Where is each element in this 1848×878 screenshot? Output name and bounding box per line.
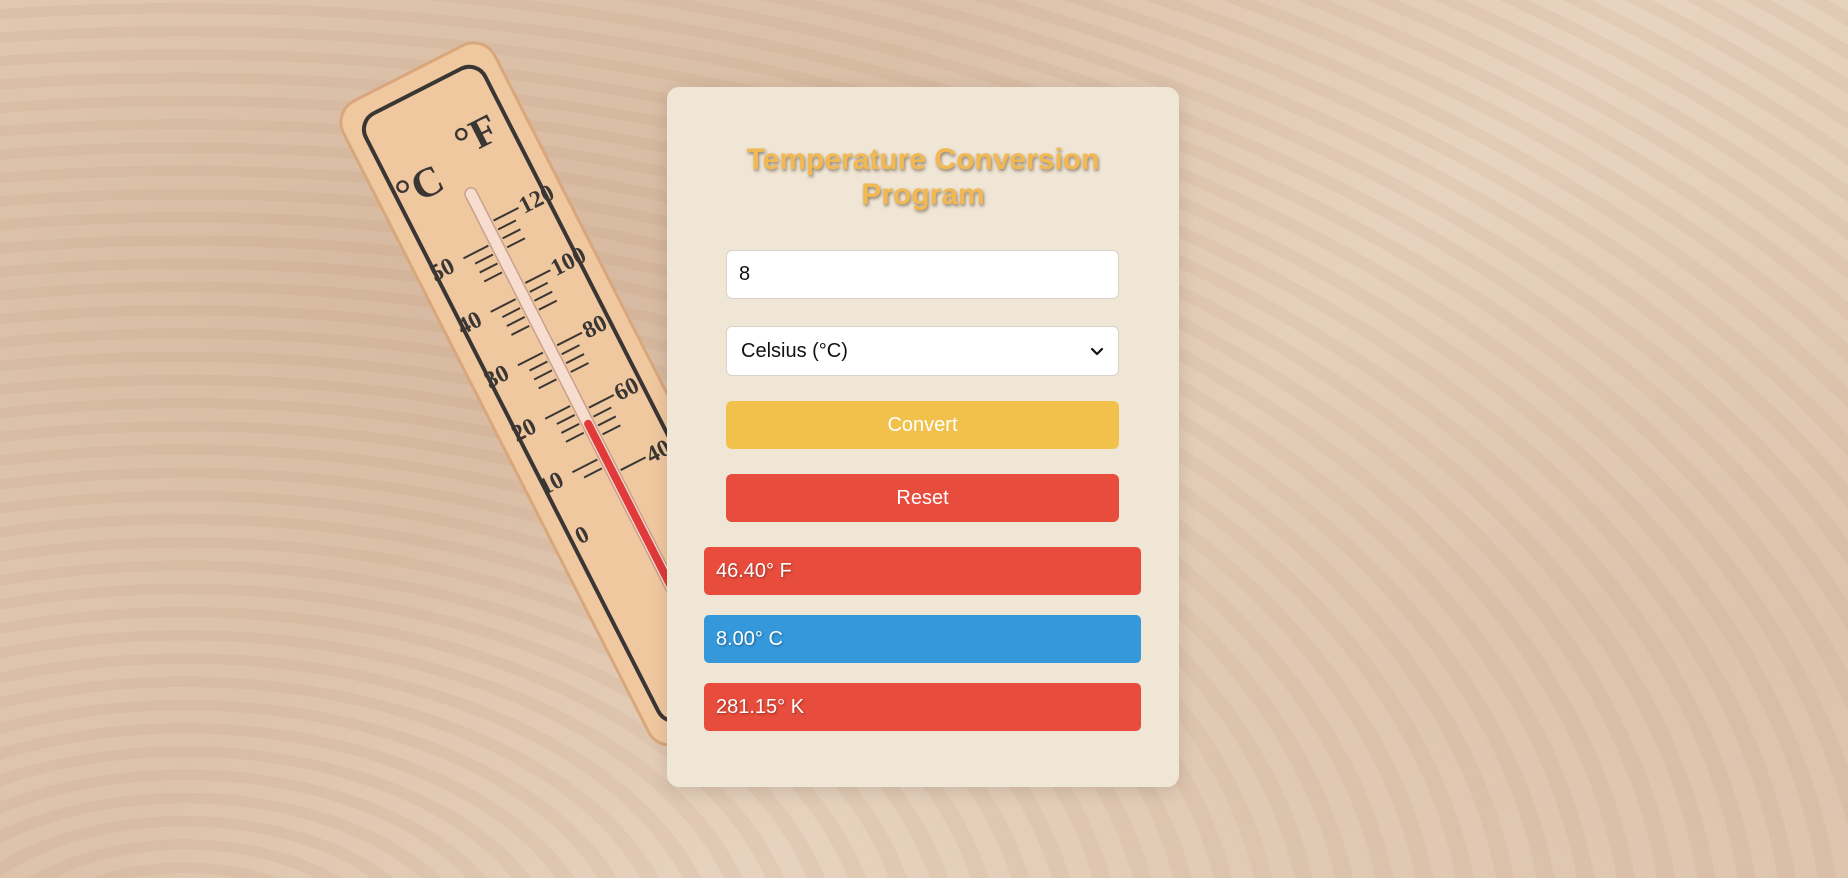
- unit-select-value: Celsius (°C): [741, 339, 848, 362]
- reset-button[interactable]: Reset: [726, 474, 1119, 522]
- result-kelvin: 281.15° K: [704, 683, 1141, 731]
- unit-select[interactable]: Celsius (°C): [726, 326, 1119, 376]
- temperature-input[interactable]: [726, 250, 1119, 299]
- convert-button[interactable]: Convert: [726, 401, 1119, 449]
- page-title-line-1: Temperature Conversion: [746, 143, 1100, 176]
- page-title-line-2: Program: [861, 178, 985, 211]
- page-title: Temperature Conversion Program: [667, 142, 1179, 212]
- result-fahrenheit: 46.40° F: [704, 547, 1141, 595]
- chevron-down-icon: [1090, 347, 1104, 356]
- converter-card: Temperature Conversion Program Celsius (…: [667, 87, 1179, 787]
- result-celsius: 8.00° C: [704, 615, 1141, 663]
